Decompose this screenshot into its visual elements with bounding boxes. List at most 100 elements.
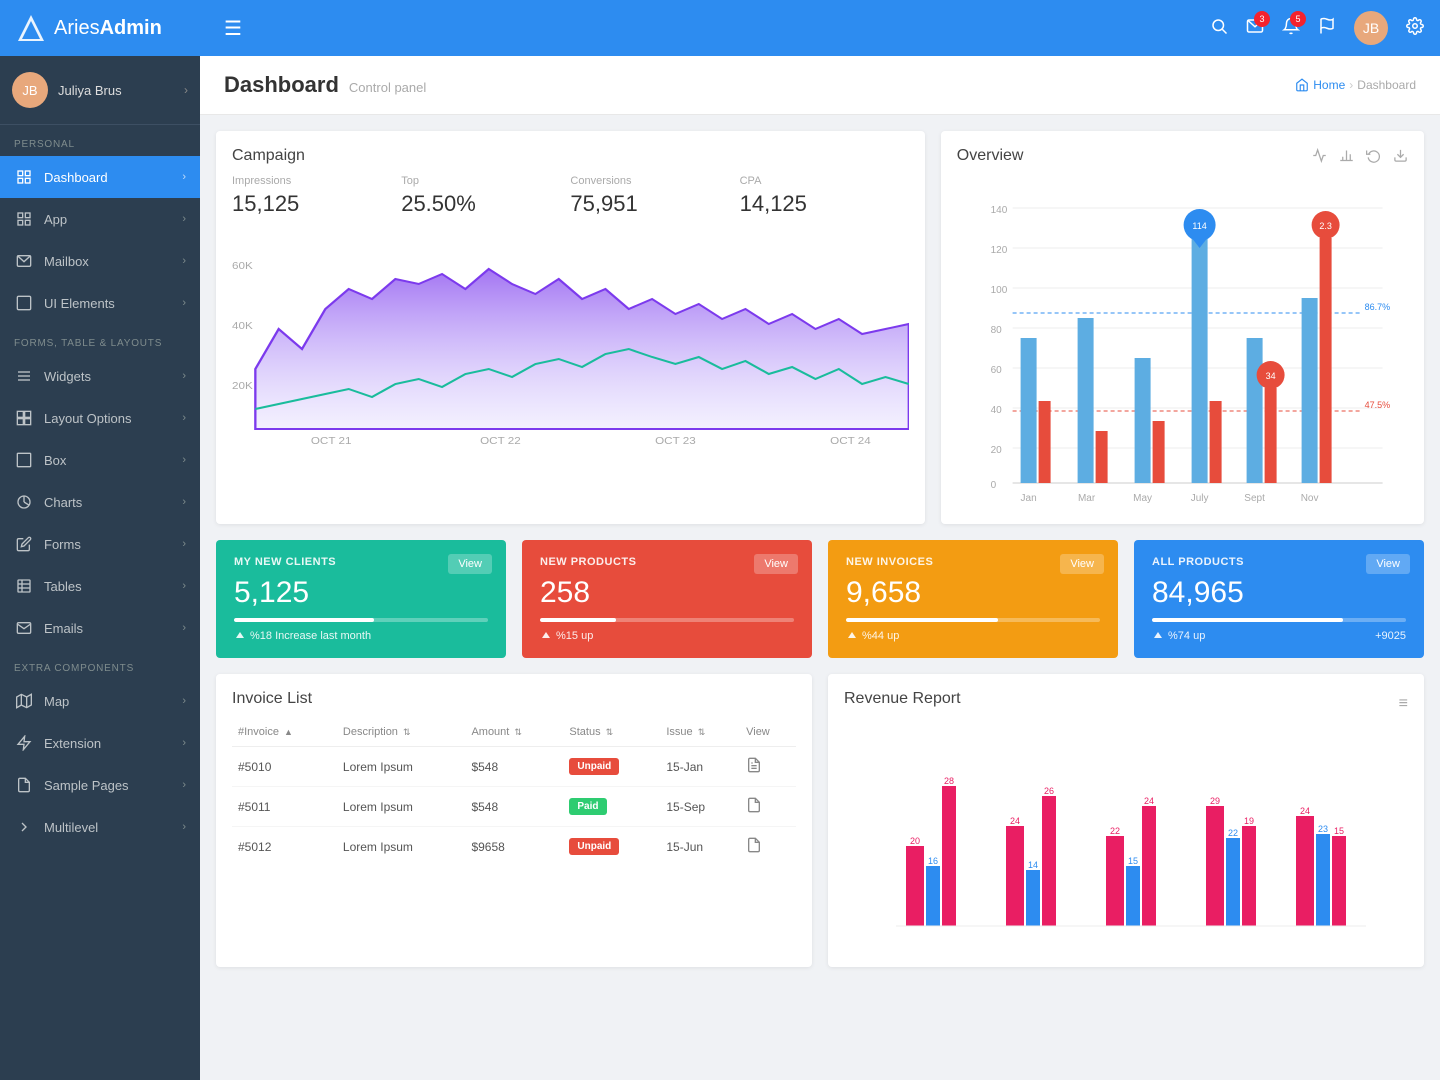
menu-toggle-icon[interactable]: ☰ [216, 8, 250, 49]
download-icon[interactable] [1393, 148, 1408, 167]
invoice-status: Unpaid [563, 827, 660, 867]
col-view: View [740, 718, 796, 747]
invoice-view[interactable] [740, 827, 796, 867]
metric-all-products-extra: +9025 [1345, 630, 1406, 642]
metric-new-invoices: NEW INVOICES View 9,658 %44 up [828, 540, 1118, 658]
metric-new-invoices-change: %44 up [846, 630, 1100, 642]
stat-top: Top 25.50% [401, 175, 570, 217]
stat-top-value: 25.50% [401, 191, 570, 217]
content-area: Dashboard Control panel Home › Dashboard… [200, 56, 1440, 1080]
sidebar-item-emails[interactable]: Emails › [0, 607, 200, 649]
sample-pages-icon [14, 775, 34, 795]
bar-chart-icon[interactable] [1339, 148, 1354, 167]
user-avatar[interactable]: JB [1354, 11, 1388, 45]
svg-text:80: 80 [990, 325, 1002, 336]
widgets-label: Widgets [44, 369, 182, 384]
new-products-view-button[interactable]: View [754, 554, 798, 574]
status-badge-unpaid: Unpaid [569, 758, 619, 775]
invoice-card: Invoice List #Invoice ▲ Description ⇅ Am… [216, 674, 812, 967]
col-description[interactable]: Description ⇅ [337, 718, 466, 747]
status-badge-unpaid2: Unpaid [569, 838, 619, 855]
svg-text:16: 16 [928, 856, 938, 866]
email-button[interactable]: 3 [1246, 17, 1264, 40]
map-label: Map [44, 694, 182, 709]
sidebar-item-sample-pages[interactable]: Sample Pages › [0, 764, 200, 806]
invoice-number: #5011 [232, 787, 337, 827]
invoice-table: #Invoice ▲ Description ⇅ Amount ⇅ Status… [232, 718, 796, 866]
stat-top-label: Top [401, 175, 570, 187]
bell-badge: 5 [1290, 11, 1306, 27]
col-status[interactable]: Status ⇅ [563, 718, 660, 747]
svg-text:19: 19 [1244, 816, 1254, 826]
sidebar-item-extension[interactable]: Extension › [0, 722, 200, 764]
search-button[interactable] [1210, 17, 1228, 40]
sidebar-item-app[interactable]: App › [0, 198, 200, 240]
sidebar-item-map[interactable]: Map › [0, 680, 200, 722]
invoice-issue: 15-Sep [660, 787, 740, 827]
ui-elements-icon [14, 293, 34, 313]
svg-text:15: 15 [1334, 826, 1344, 836]
line-chart-icon[interactable] [1312, 148, 1327, 167]
flag-button[interactable] [1318, 17, 1336, 40]
campaign-title: Campaign [232, 147, 909, 165]
sidebar: JB Juliya Brus › PERSONAL Dashboard › Ap… [0, 56, 200, 1080]
metric-all-products-value: 84,965 [1152, 576, 1406, 610]
overview-chart-svg: 140 120 100 80 60 40 20 0 [957, 183, 1408, 503]
col-issue[interactable]: Issue ⇅ [660, 718, 740, 747]
invoice-view[interactable] [740, 787, 796, 827]
sidebar-item-ui-elements[interactable]: UI Elements › [0, 282, 200, 324]
sidebar-item-box[interactable]: Box › [0, 439, 200, 481]
invoice-number: #5012 [232, 827, 337, 867]
sidebar-item-forms[interactable]: Forms › [0, 523, 200, 565]
sidebar-item-tables[interactable]: Tables › [0, 565, 200, 607]
new-clients-view-button[interactable]: View [448, 554, 492, 574]
refresh-icon[interactable] [1366, 148, 1381, 167]
new-invoices-view-button[interactable]: View [1060, 554, 1104, 574]
metric-new-products-value: 258 [540, 576, 794, 610]
metric-new-invoices-bar [846, 618, 1100, 622]
svg-text:14: 14 [1028, 860, 1038, 870]
ui-elements-label: UI Elements [44, 296, 182, 311]
invoice-view[interactable] [740, 747, 796, 787]
description-sort-icon: ⇅ [403, 727, 411, 737]
all-products-view-button[interactable]: View [1366, 554, 1410, 574]
svg-text:100: 100 [990, 285, 1007, 296]
revenue-menu-icon[interactable]: ≡ [1399, 695, 1408, 713]
sidebar-user[interactable]: JB Juliya Brus › [0, 56, 200, 125]
charts-label: Charts [44, 495, 182, 510]
stat-cpa: CPA 14,125 [740, 175, 909, 217]
sidebar-item-widgets[interactable]: Widgets › [0, 355, 200, 397]
metric-all-products: ALL PRODUCTS View 84,965 %74 up +9025 [1134, 540, 1424, 658]
sidebar-item-dashboard[interactable]: Dashboard › [0, 156, 200, 198]
svg-text:60: 60 [990, 365, 1002, 376]
metrics-row: MY NEW CLIENTS View 5,125 %18 Increase l… [216, 540, 1424, 658]
metric-new-products-change: %15 up [540, 630, 794, 642]
widgets-chevron-icon: › [182, 370, 186, 382]
svg-text:Sept: Sept [1244, 493, 1265, 503]
stat-conversions: Conversions 75,951 [570, 175, 739, 217]
invoice-issue: 15-Jun [660, 827, 740, 867]
sidebar-item-multilevel[interactable]: Multilevel › [0, 806, 200, 848]
page-title: Dashboard [224, 72, 339, 98]
svg-text:28: 28 [944, 776, 954, 786]
svg-text:July: July [1191, 493, 1209, 503]
sidebar-item-charts[interactable]: Charts › [0, 481, 200, 523]
sidebar-item-layout-options[interactable]: Layout Options › [0, 397, 200, 439]
multilevel-label: Multilevel [44, 820, 182, 835]
metric-new-clients-bar [234, 618, 488, 622]
breadcrumb-home[interactable]: Home [1313, 78, 1345, 92]
col-amount[interactable]: Amount ⇅ [465, 718, 563, 747]
col-invoice[interactable]: #Invoice ▲ [232, 718, 337, 747]
svg-text:24: 24 [1010, 816, 1020, 826]
mailbox-icon [14, 251, 34, 271]
bottom-row: Invoice List #Invoice ▲ Description ⇅ Am… [216, 674, 1424, 967]
bell-button[interactable]: 5 [1282, 17, 1300, 40]
sidebar-item-mailbox[interactable]: Mailbox › [0, 240, 200, 282]
widgets-icon [14, 366, 34, 386]
svg-text:22: 22 [1228, 828, 1238, 838]
settings-button[interactable] [1406, 17, 1424, 40]
forms-chevron-icon: › [182, 538, 186, 550]
box-chevron-icon: › [182, 454, 186, 466]
tables-chevron-icon: › [182, 580, 186, 592]
emails-label: Emails [44, 621, 182, 636]
